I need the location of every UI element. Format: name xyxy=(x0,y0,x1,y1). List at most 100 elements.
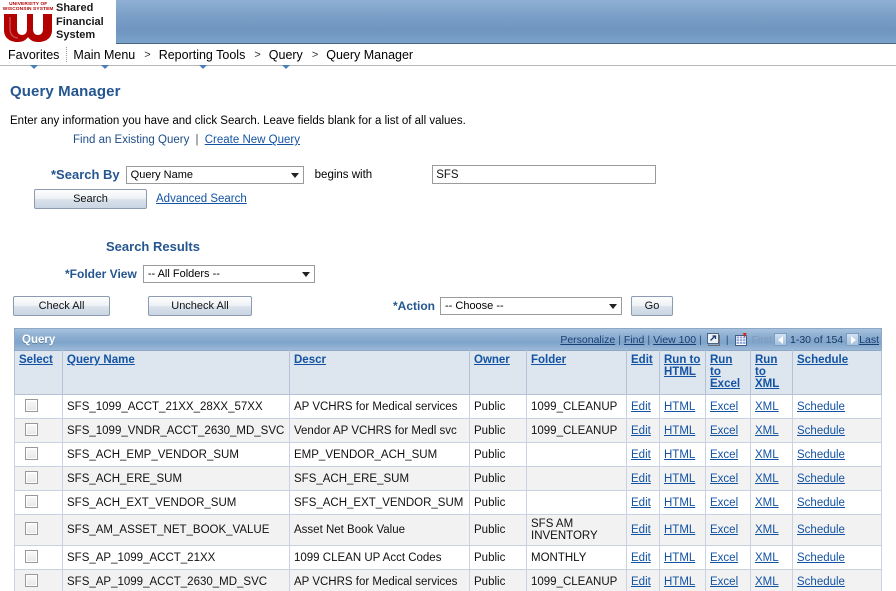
run-to-excel-link[interactable]: Excel xyxy=(710,552,738,564)
edit-link[interactable]: Edit xyxy=(631,449,651,461)
row-select-checkbox[interactable] xyxy=(25,573,38,587)
breadcrumb-item-query[interactable]: Query xyxy=(263,45,310,69)
run-to-html-link[interactable]: HTML xyxy=(664,473,695,485)
breadcrumb-item-main-menu[interactable]: Main Menu xyxy=(67,45,142,69)
run-to-xml-link[interactable]: XML xyxy=(755,497,779,509)
schedule-link[interactable]: Schedule xyxy=(797,552,845,564)
column-header-select[interactable]: Select xyxy=(14,350,63,395)
cell-run-to-html-link: HTML xyxy=(659,466,706,491)
schedule-link[interactable]: Schedule xyxy=(797,497,845,509)
folder-view-select[interactable]: -- All Folders -- xyxy=(142,265,315,283)
edit-link[interactable]: Edit xyxy=(631,401,651,413)
breadcrumb-item-reporting-tools[interactable]: Reporting Tools xyxy=(153,45,253,69)
edit-link[interactable]: Edit xyxy=(631,425,651,437)
column-header-query-name-label: Query Name xyxy=(67,354,135,366)
column-header-schedule[interactable]: Schedule xyxy=(792,350,882,395)
check-all-button[interactable]: Check All xyxy=(13,296,110,316)
row-select-checkbox[interactable] xyxy=(25,549,38,563)
column-header-run-to-xml[interactable]: Run to XML xyxy=(750,350,793,395)
previous-page-icon[interactable] xyxy=(774,333,787,346)
search-value-input[interactable] xyxy=(432,165,657,184)
go-button[interactable]: Go xyxy=(631,296,673,316)
run-to-excel-link[interactable]: Excel xyxy=(710,449,738,461)
run-to-html-link[interactable]: HTML xyxy=(664,552,695,564)
edit-link[interactable]: Edit xyxy=(631,497,651,509)
column-header-edit[interactable]: Edit xyxy=(626,350,660,395)
expand-grid-icon[interactable] xyxy=(706,333,721,346)
run-to-xml-link[interactable]: XML xyxy=(755,401,779,413)
action-select[interactable]: -- Choose -- xyxy=(440,297,622,315)
edit-link[interactable]: Edit xyxy=(631,552,651,564)
edit-link[interactable]: Edit xyxy=(631,473,651,485)
grid-navigation: Personalize | Find | View 100 | | First … xyxy=(560,333,879,346)
run-to-xml-link[interactable]: XML xyxy=(755,473,779,485)
row-select-cell xyxy=(14,569,63,591)
run-to-xml-link[interactable]: XML xyxy=(755,449,779,461)
run-to-excel-link[interactable]: Excel xyxy=(710,473,738,485)
view-100-link[interactable]: View 100 xyxy=(653,334,696,346)
personalize-link[interactable]: Personalize xyxy=(560,334,615,346)
edit-link[interactable]: Edit xyxy=(631,576,651,588)
schedule-link[interactable]: Schedule xyxy=(797,524,845,536)
row-select-checkbox[interactable] xyxy=(25,470,38,484)
run-to-html-link[interactable]: HTML xyxy=(664,401,695,413)
schedule-link[interactable]: Schedule xyxy=(797,473,845,485)
column-header-query-name[interactable]: Query Name xyxy=(62,350,290,395)
cell-owner: Public xyxy=(469,394,527,419)
column-header-run-to-html[interactable]: Run to HTML xyxy=(659,350,706,395)
grid-title-bar: Query Personalize | Find | View 100 | | xyxy=(14,328,882,350)
schedule-link[interactable]: Schedule xyxy=(797,449,845,461)
first-page-label[interactable]: First xyxy=(750,334,774,346)
next-page-icon[interactable] xyxy=(846,333,860,346)
run-to-html-link[interactable]: HTML xyxy=(664,497,695,509)
column-header-folder[interactable]: Folder xyxy=(526,350,627,395)
row-select-checkbox[interactable] xyxy=(25,494,38,508)
cell-schedule-link: Schedule xyxy=(792,514,882,546)
nav-separator: | xyxy=(618,333,621,346)
run-to-xml-link[interactable]: XML xyxy=(755,425,779,437)
cell-owner: Public xyxy=(469,545,527,570)
row-select-checkbox[interactable] xyxy=(25,446,38,460)
app-header-banner: UNIVERSITY OF WISCONSIN SYSTEM Shared Fi… xyxy=(0,0,896,44)
advanced-search-link[interactable]: Advanced Search xyxy=(156,193,247,205)
row-select-checkbox[interactable] xyxy=(25,522,38,535)
breadcrumb-separator: > xyxy=(144,48,151,61)
breadcrumb-item-reporting-tools-label: Reporting Tools xyxy=(158,47,246,62)
run-to-html-link[interactable]: HTML xyxy=(664,524,695,536)
uncheck-all-button[interactable]: Uncheck All xyxy=(148,296,252,316)
column-header-run-to-excel[interactable]: Run to Excel xyxy=(705,350,751,395)
run-to-xml-link[interactable]: XML xyxy=(755,576,779,588)
run-to-xml-link[interactable]: XML xyxy=(755,524,779,536)
logo-wordmark-line2: WISCONSIN SYSTEM xyxy=(2,6,54,12)
row-select-checkbox[interactable] xyxy=(25,398,38,412)
row-select-checkbox[interactable] xyxy=(25,422,38,436)
run-to-html-link[interactable]: HTML xyxy=(664,576,695,588)
run-to-xml-link[interactable]: XML xyxy=(755,552,779,564)
column-header-owner[interactable]: Owner xyxy=(469,350,527,395)
chevron-down-icon xyxy=(100,64,109,69)
schedule-link[interactable]: Schedule xyxy=(797,425,845,437)
schedule-link[interactable]: Schedule xyxy=(797,576,845,588)
edit-link[interactable]: Edit xyxy=(631,524,651,536)
column-header-descr[interactable]: Descr xyxy=(289,350,470,395)
breadcrumb-item-main-menu-label: Main Menu xyxy=(73,47,136,62)
cell-run-to-excel-link: Excel xyxy=(705,569,751,591)
run-to-excel-link[interactable]: Excel xyxy=(710,425,738,437)
run-to-html-link[interactable]: HTML xyxy=(664,425,695,437)
run-to-excel-link[interactable]: Excel xyxy=(710,497,738,509)
app-title-line-3: System xyxy=(56,29,96,41)
breadcrumb-favorites[interactable]: Favorites xyxy=(2,45,66,69)
last-page-link[interactable]: Last xyxy=(859,334,879,346)
schedule-link[interactable]: Schedule xyxy=(797,401,845,413)
run-to-html-link[interactable]: HTML xyxy=(664,449,695,461)
find-link[interactable]: Find xyxy=(624,334,644,346)
run-to-excel-link[interactable]: Excel xyxy=(710,576,738,588)
cell-schedule-link: Schedule xyxy=(792,490,882,515)
search-button[interactable]: Search xyxy=(34,189,147,209)
run-to-excel-link[interactable]: Excel xyxy=(710,401,738,413)
search-by-select[interactable]: Query Name xyxy=(125,165,304,184)
download-to-spreadsheet-icon[interactable] xyxy=(734,333,748,346)
run-to-excel-link[interactable]: Excel xyxy=(710,524,738,536)
tab-find-existing-query[interactable]: Find an Existing Query xyxy=(73,134,189,146)
tab-create-new-query[interactable]: Create New Query xyxy=(205,134,300,146)
